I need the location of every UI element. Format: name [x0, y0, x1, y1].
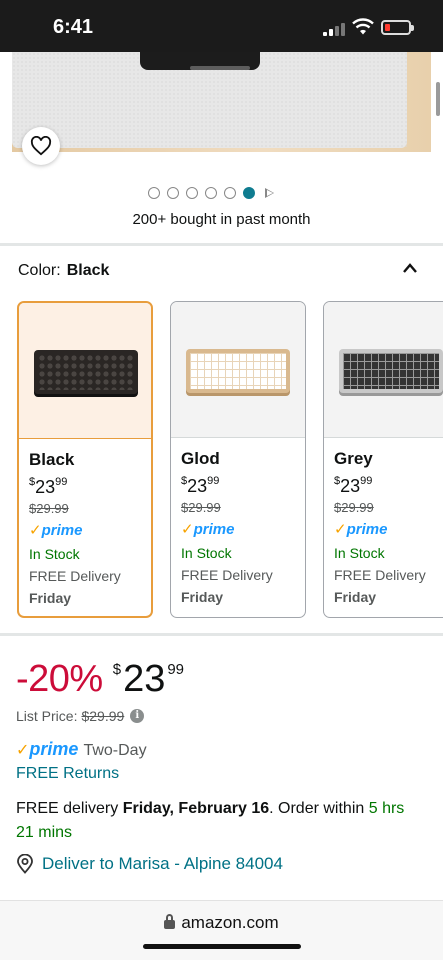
product-image[interactable]	[0, 52, 443, 162]
carousel-dot[interactable]	[167, 187, 179, 199]
color-selected-value: Black	[66, 262, 110, 279]
variant-delivery-day: Friday	[334, 589, 377, 605]
variant-delivery: FREE Delivery	[181, 567, 273, 583]
two-day-label: Two-Day	[83, 742, 147, 759]
variant-price: $2399	[29, 476, 68, 497]
bought-in-past-month: 200+ bought in past month	[132, 211, 311, 228]
prime-logo: prime	[29, 739, 79, 759]
home-indicator[interactable]	[143, 944, 301, 949]
deliver-to-link[interactable]: Deliver to Marisa - Alpine 84004	[16, 854, 283, 874]
variant-stock: In Stock	[334, 545, 385, 561]
variant-list-price: $29.99	[181, 500, 221, 515]
status-bar: 6:41	[0, 0, 443, 52]
carousel-dot[interactable]	[148, 187, 160, 199]
wishlist-button[interactable]	[22, 127, 60, 165]
list-price-value: $29.99	[81, 708, 125, 724]
price-whole: 23	[123, 658, 166, 700]
carousel-dot[interactable]	[186, 187, 198, 199]
cellular-signal-icon	[323, 22, 345, 36]
variant-card-grey[interactable]: Grey $2399 $29.99 ✓prime In Stock FREE D…	[323, 301, 443, 618]
chevron-up-icon[interactable]	[402, 262, 418, 274]
variant-stock: In Stock	[181, 545, 232, 561]
variant-delivery: FREE Delivery	[334, 567, 426, 583]
location-pin-icon	[17, 854, 33, 874]
discount-percent: -20%	[16, 658, 103, 700]
variant-prime-badge: ✓prime	[181, 521, 235, 538]
free-returns-link[interactable]: FREE Returns	[16, 765, 119, 783]
battery-icon	[381, 20, 414, 35]
delivery-estimate: FREE delivery Friday, February 16. Order…	[16, 800, 405, 841]
info-icon[interactable]: i	[130, 709, 145, 723]
status-time: 6:41	[53, 16, 94, 38]
delivery-date: Friday, February 16	[122, 800, 270, 817]
variant-delivery: FREE Delivery	[29, 568, 121, 584]
section-divider	[0, 633, 443, 636]
carousel-dot-active[interactable]	[243, 187, 255, 199]
variant-list-price: $29.99	[29, 501, 69, 516]
variant-image	[19, 303, 151, 439]
variant-stock: In Stock	[29, 546, 80, 562]
variant-name: Glod	[181, 449, 220, 468]
variant-card-black[interactable]: Black $2399 $29.99 ✓prime In Stock FREE …	[17, 301, 153, 618]
color-selector-label[interactable]: Color: Black	[18, 262, 109, 280]
variant-price: $2399	[181, 475, 220, 496]
prime-two-day-badge: ✓ prime Two-Day	[16, 739, 147, 760]
price-block: -20% $ 23 99	[16, 655, 184, 703]
image-carousel-dots[interactable]	[148, 186, 274, 200]
carousel-dot[interactable]	[224, 187, 236, 199]
variant-prime-badge: ✓prime	[334, 521, 388, 538]
variant-image	[324, 302, 443, 438]
variant-prime-badge: ✓prime	[29, 522, 83, 539]
variant-list-price: $29.99	[334, 500, 374, 515]
variant-delivery-day: Friday	[181, 589, 224, 605]
carousel-dot[interactable]	[205, 187, 217, 199]
url-text: amazon.com	[181, 913, 279, 932]
variant-name: Black	[29, 450, 75, 469]
list-price-label: List Price:	[16, 708, 78, 724]
variant-delivery-day: Friday	[29, 590, 72, 606]
variant-name: Grey	[334, 449, 373, 468]
url-display[interactable]: amazon.com	[0, 913, 443, 933]
wifi-icon	[352, 18, 374, 35]
deliver-to-text: Deliver to Marisa - Alpine 84004	[42, 854, 283, 873]
heart-icon	[30, 136, 52, 156]
price-currency: $	[112, 661, 122, 678]
scrollbar[interactable]	[436, 82, 440, 116]
variant-image	[171, 302, 305, 438]
section-divider	[0, 243, 443, 246]
browser-address-bar[interactable]: amazon.com	[0, 900, 443, 960]
lock-icon	[164, 914, 176, 929]
list-price: List Price: $29.99 i	[16, 708, 145, 724]
variant-price: $2399	[334, 475, 373, 496]
color-label: Color:	[18, 262, 61, 279]
prime-check-icon: ✓	[16, 742, 30, 759]
video-play-icon[interactable]	[265, 188, 274, 198]
color-variant-carousel[interactable]: Black $2399 $29.99 ✓prime In Stock FREE …	[17, 301, 443, 619]
price-fraction: 99	[167, 661, 185, 678]
variant-card-glod[interactable]: Glod $2399 $29.99 ✓prime In Stock FREE D…	[170, 301, 306, 618]
